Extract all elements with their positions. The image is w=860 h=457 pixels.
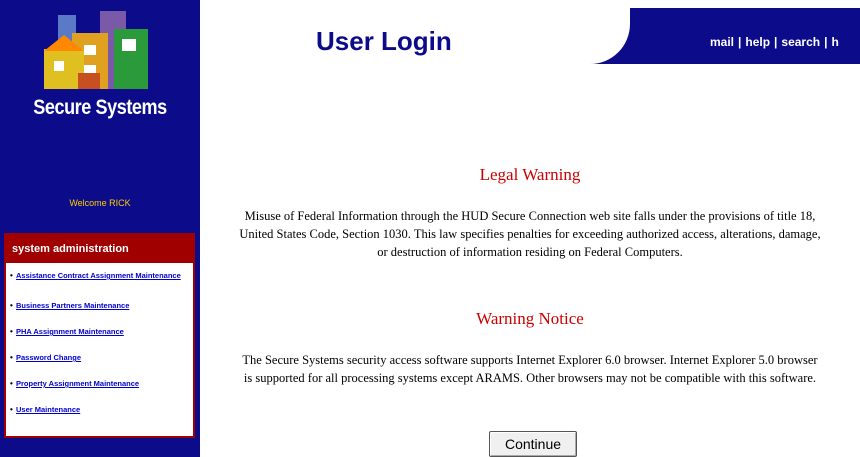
page-title: User Login [316,26,452,56]
admin-item-assistance-contract: • Assistance Contract Assignment Mainten… [10,271,188,280]
separator: | [738,35,742,49]
bullet-icon: • [10,379,13,388]
warning-notice-line: The Secure Systems security access softw… [242,353,818,367]
warning-notice-text: The Secure Systems security access softw… [200,351,860,387]
legal-warning-line: or destruction of information residing o… [377,245,683,259]
home-link[interactable]: h [831,35,838,49]
warning-notice-line: is supported for all processing systems … [243,371,817,385]
brand-name: Secure Systems [33,96,167,119]
bullet-icon: • [10,327,13,336]
sidebar: Secure Systems Welcome RICK system admin… [0,0,200,457]
link-business-partners-maintenance[interactable]: Business Partners Maintenance [16,301,188,310]
link-user-maintenance[interactable]: User Maintenance [16,405,188,414]
admin-item-pha-assignment: • PHA Assignment Maintenance [10,327,188,336]
link-assistance-contract-assignment[interactable]: Assistance Contract Assignment Maintenan… [16,271,188,280]
bullet-icon: • [10,301,13,310]
admin-item-user-maintenance: • User Maintenance [10,405,188,414]
warning-notice-title: Warning Notice [476,309,584,328]
link-property-assignment-maintenance[interactable]: Property Assignment Maintenance [16,379,188,388]
bullet-icon: • [10,405,13,414]
admin-item-password-change: • Password Change [10,353,188,362]
legal-warning-title: Legal Warning [479,165,581,184]
link-password-change[interactable]: Password Change [16,353,188,362]
top-links: mail | help | search | h [710,35,839,49]
continue-button[interactable]: Continue [489,431,577,457]
title-tab: User Login [200,0,630,64]
main-content: User Login mail | help | search | h Legal Warn… [200,0,860,457]
system-administration-header: system administration [6,235,193,263]
secure-systems-logo-icon [44,11,148,89]
legal-warning-line: United States Code, Section 1030. This l… [239,227,821,241]
legal-warning-text: Misuse of Federal Information through th… [200,207,860,261]
admin-item-property-assignment: • Property Assignment Maintenance [10,379,188,388]
welcome-message: Welcome RICK [69,198,131,208]
legal-warning-line: Misuse of Federal Information through th… [244,209,816,223]
mail-link[interactable]: mail [710,35,734,49]
search-link[interactable]: search [781,35,820,49]
system-administration-panel: system administration • Assistance Contr… [4,233,195,438]
bullet-icon: • [10,271,13,280]
separator: | [774,35,778,49]
link-pha-assignment-maintenance[interactable]: PHA Assignment Maintenance [16,327,188,336]
admin-item-business-partners: • Business Partners Maintenance [10,301,188,310]
bullet-icon: • [10,353,13,362]
separator: | [824,35,828,49]
help-link[interactable]: help [745,35,770,49]
